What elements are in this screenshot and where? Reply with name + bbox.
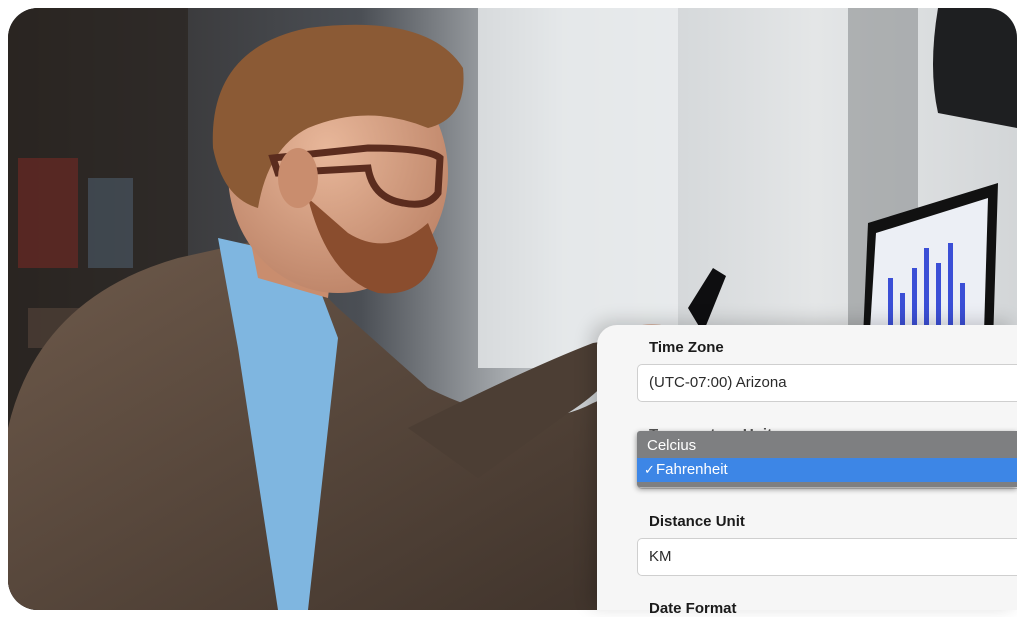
date-format-label: Date Format xyxy=(649,600,737,617)
distance-unit-select[interactable]: KM xyxy=(637,538,1017,576)
option-label: Celcius xyxy=(647,437,697,454)
temperature-unit-dropdown: Celcius ✓Fahrenheit xyxy=(637,431,1017,487)
checkmark-icon: ✓ xyxy=(644,462,655,477)
time-zone-select[interactable]: (UTC-07:00) Arizona xyxy=(637,364,1017,402)
option-celcius[interactable]: Celcius xyxy=(637,434,1017,458)
option-label: Fahrenheit xyxy=(656,461,728,478)
distance-unit-label: Distance Unit xyxy=(649,513,745,530)
option-fahrenheit[interactable]: ✓Fahrenheit xyxy=(637,458,1017,482)
time-zone-label: Time Zone xyxy=(649,339,724,356)
